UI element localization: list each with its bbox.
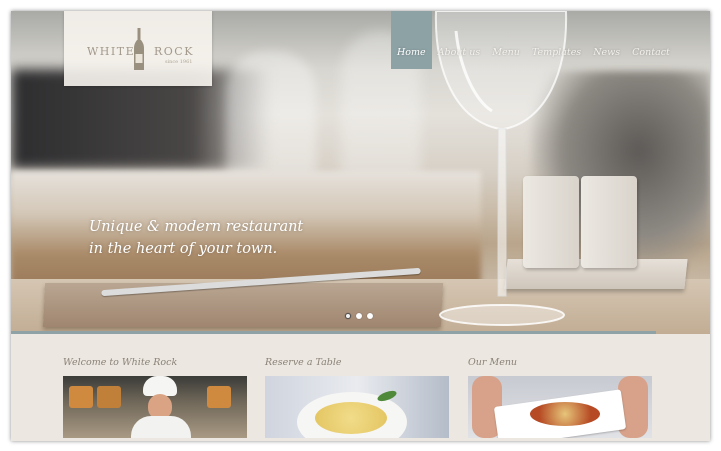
- slider-dot-3[interactable]: [367, 313, 373, 319]
- website-frame: WHITE ROCK since 1961 Home About us Menu…: [11, 11, 710, 441]
- nav-news[interactable]: News: [587, 11, 626, 69]
- tagline-line-2: in the heart of your town.: [89, 241, 278, 257]
- background-glass: [226, 51, 316, 181]
- nav-menu[interactable]: Menu: [486, 11, 526, 69]
- logo[interactable]: WHITE ROCK since 1961: [64, 11, 212, 86]
- pasta: [315, 402, 387, 434]
- slider-dot-1[interactable]: [345, 313, 351, 319]
- section-title-menu: Our Menu: [468, 357, 518, 368]
- chef-photo[interactable]: [63, 376, 247, 438]
- shelf-jar: [69, 386, 93, 408]
- section-title-reserve: Reserve a Table: [265, 357, 342, 368]
- tagline-line-1: Unique & modern restaurant: [89, 219, 304, 235]
- pepper-shaker: [581, 176, 637, 268]
- nav-contact[interactable]: Contact: [626, 11, 676, 69]
- dish-photo[interactable]: [468, 376, 652, 438]
- slider-dot-2[interactable]: [356, 313, 362, 319]
- section-menu: Our Menu: [468, 357, 654, 438]
- section-title-welcome: Welcome to White Rock: [63, 357, 178, 368]
- food: [530, 402, 600, 426]
- chef-hat: [143, 376, 177, 396]
- shelf-jar: [207, 386, 231, 408]
- shelf-jar: [97, 386, 121, 408]
- wine-bottle-icon: [134, 28, 144, 70]
- main-nav: Home About us Menu Templates News Contac…: [391, 11, 676, 69]
- hero-accent-bar: [11, 331, 656, 334]
- hero-tagline: Unique & modern restaurant in the heart …: [89, 216, 303, 260]
- logo-text-left: WHITE: [87, 45, 136, 58]
- nav-about-us[interactable]: About us: [432, 11, 487, 69]
- logo-text-right: ROCK: [154, 45, 194, 58]
- nav-home[interactable]: Home: [391, 11, 432, 69]
- pasta-photo[interactable]: [265, 376, 449, 438]
- chef-coat: [131, 416, 191, 438]
- nav-templates[interactable]: Templates: [526, 11, 587, 69]
- slider-pagination: [345, 313, 373, 319]
- section-reserve: Reserve a Table: [265, 357, 451, 438]
- section-welcome: Welcome to White Rock: [63, 357, 249, 438]
- logo-since: since 1961: [165, 59, 193, 65]
